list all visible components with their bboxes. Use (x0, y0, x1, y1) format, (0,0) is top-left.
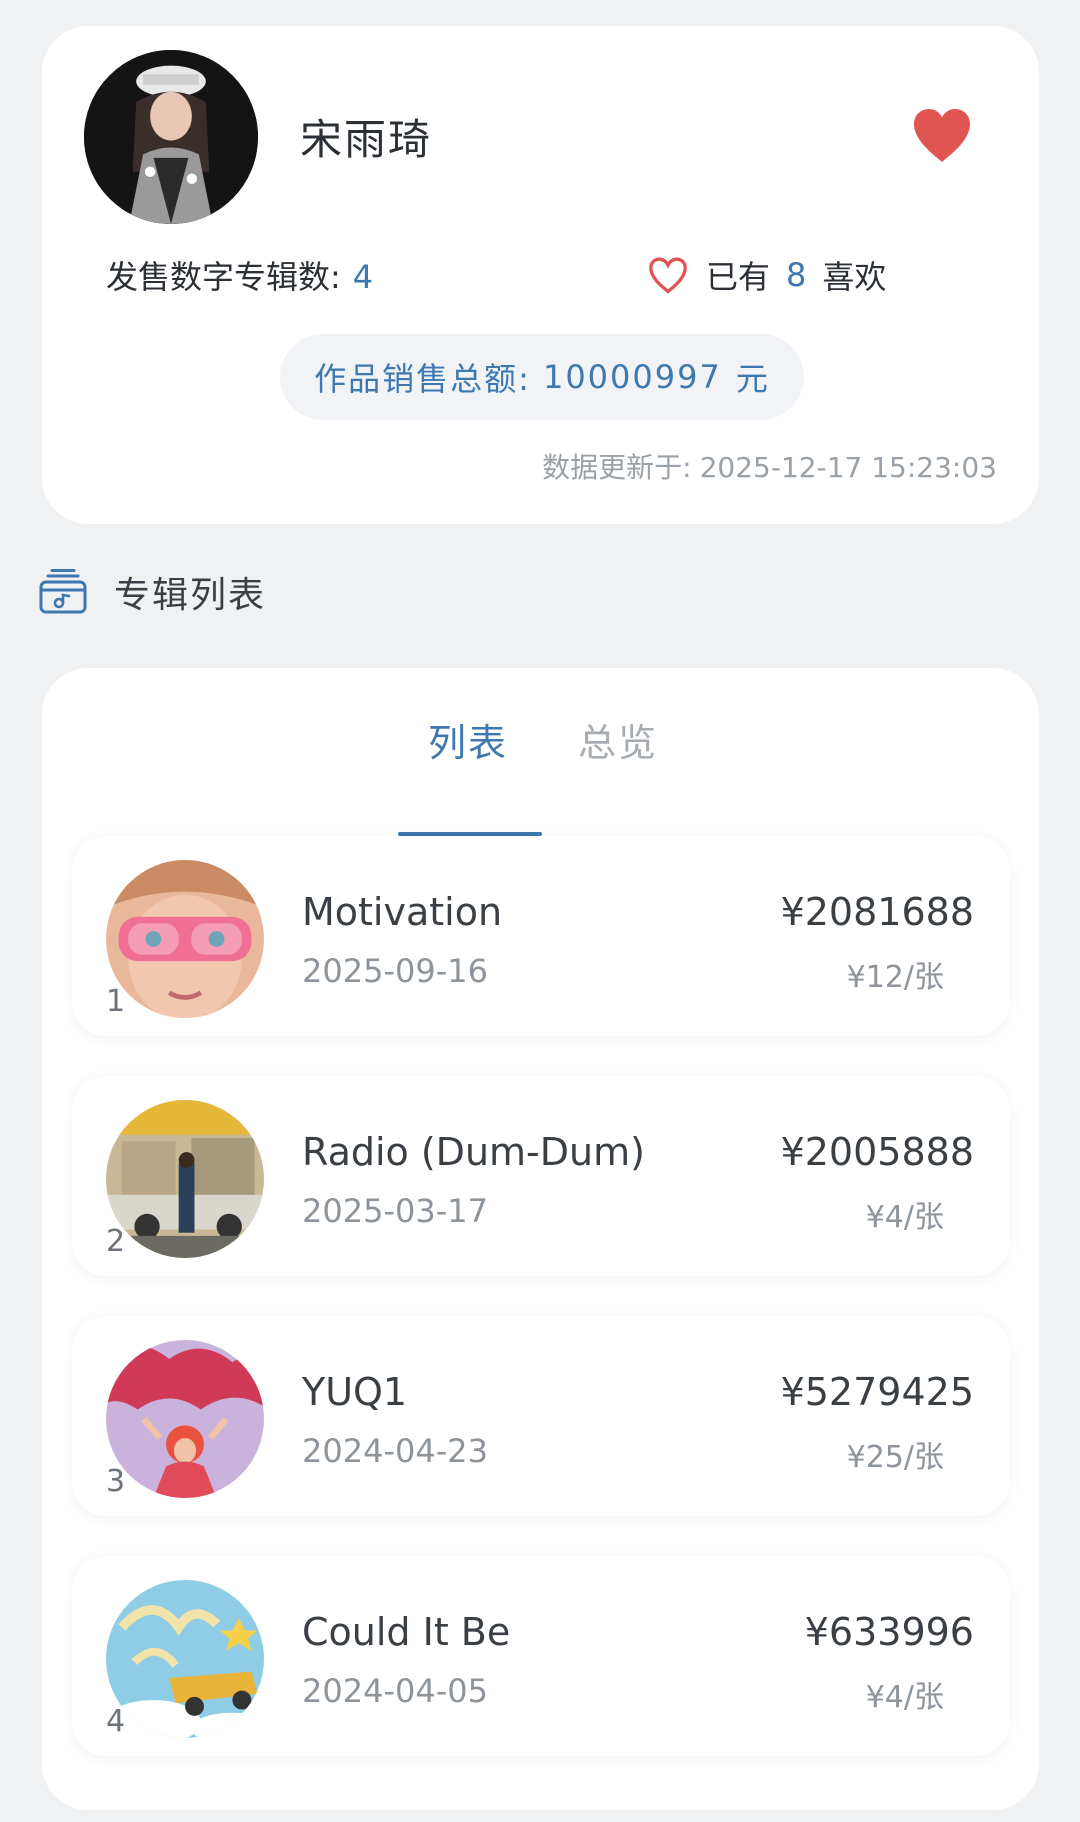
album-sales-amount: ¥5279425 (780, 1370, 974, 1414)
album-cover (106, 1100, 264, 1258)
album-title: Could It Be (302, 1610, 511, 1654)
album-rank: 2 (106, 1224, 126, 1259)
tab-bar: 列表 总览 (42, 712, 1039, 836)
artist-name: 宋雨琦 (300, 115, 433, 164)
album-cover (106, 1340, 264, 1498)
album-list-item[interactable]: 3 YUQ1 2024-04-23 ¥5279425 ¥25/张 (72, 1316, 1010, 1516)
album-sales-amount: ¥2005888 (780, 1130, 974, 1174)
album-rank: 3 (106, 1464, 126, 1499)
album-unit-price: ¥25/张 (846, 1440, 944, 1475)
total-sales-badge: 作品销售总额: 10000997 元 (280, 334, 804, 420)
album-list-item[interactable]: 4 Could It Be 2024-04-05 ¥633996 ¥4/张 (72, 1556, 1010, 1756)
album-list-item[interactable]: 1 Motivation 2025-09-16 ¥2081688 ¥12/张 (72, 836, 1010, 1036)
album-title: Radio (Dum-Dum) (302, 1130, 645, 1174)
album-title: Motivation (302, 890, 503, 934)
album-unit-price: ¥4/张 (865, 1680, 944, 1715)
album-release-date: 2024-04-05 (302, 1672, 488, 1710)
likes-stat: 已有 8 喜欢 (646, 252, 886, 298)
album-release-date: 2025-03-17 (302, 1192, 488, 1230)
album-cover (106, 860, 264, 1018)
album-sales-amount: ¥633996 (804, 1610, 974, 1654)
artist-avatar[interactable] (84, 50, 258, 224)
album-release-date: 2025-09-16 (302, 952, 488, 990)
favorite-heart-icon[interactable] (910, 106, 974, 164)
total-sales-unit: 元 (735, 360, 770, 398)
album-count-stat: 发售数字专辑数: 4 (106, 252, 373, 298)
likes-suffix: 喜欢 (822, 258, 887, 296)
likes-prefix: 已有 (706, 258, 771, 296)
tab-overview[interactable]: 总览 (578, 712, 658, 767)
data-updated-time: 数据更新于: 2025-12-17 15:23:03 (542, 446, 997, 486)
heart-outline-icon[interactable] (646, 255, 690, 295)
likes-count: 8 (786, 256, 807, 294)
total-sales-value: 10000997 (542, 358, 722, 396)
album-sales-amount: ¥2081688 (780, 890, 974, 934)
updated-label: 数据更新于: (542, 451, 692, 484)
album-rank: 4 (106, 1704, 126, 1739)
album-count-label: 发售数字专辑数: (106, 258, 341, 296)
album-count-value: 4 (352, 258, 374, 296)
tab-list[interactable]: 列表 (428, 712, 508, 767)
album-list-icon (38, 568, 88, 616)
artist-card: 宋雨琦 发售数字专辑数: 4 已有 8 喜欢 作品销售总额: 10000997 元… (42, 26, 1039, 524)
updated-value: 2025-12-17 15:23:03 (699, 451, 997, 484)
album-list-title: 专辑列表 (114, 575, 267, 616)
album-unit-price: ¥4/张 (865, 1200, 944, 1235)
album-list-card: 列表 总览 1 Motivation 2025-09-16 ¥2081688 ¥… (42, 668, 1039, 1810)
total-sales-label: 作品销售总额: (314, 360, 531, 398)
album-release-date: 2024-04-23 (302, 1432, 488, 1470)
avatar-image (84, 50, 258, 224)
album-list-item[interactable]: 2 Radio (Dum-Dum) 2025-03-17 ¥2005888 ¥4… (72, 1076, 1010, 1276)
album-cover (106, 1580, 264, 1738)
album-title: YUQ1 (302, 1370, 408, 1414)
album-rank: 1 (106, 984, 126, 1019)
album-unit-price: ¥12/张 (846, 960, 944, 995)
album-list-header: 专辑列表 (38, 566, 266, 618)
